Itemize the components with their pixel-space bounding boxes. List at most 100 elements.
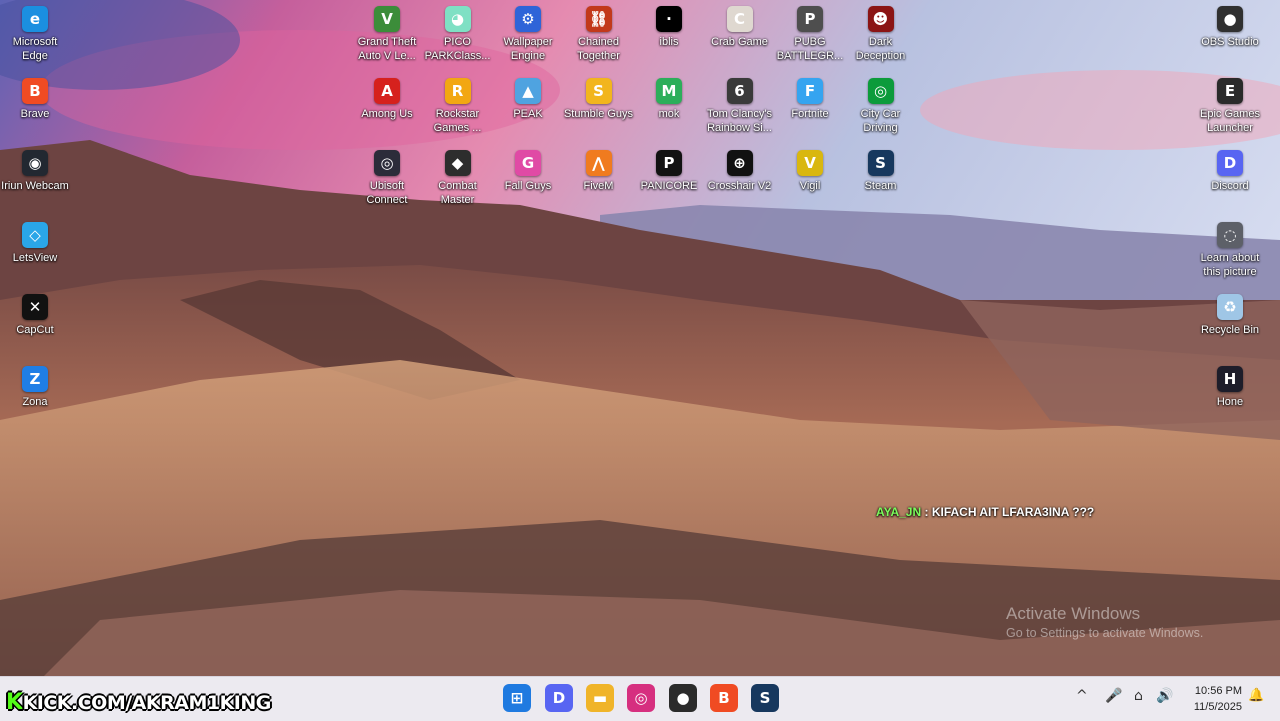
desktop-icon-crab-game[interactable]: C Crab Game	[704, 6, 776, 49]
desktop-icon-label: Zona	[22, 396, 48, 408]
desktop-icon-label: Among Us	[361, 108, 413, 120]
microphone-icon[interactable]: 🎤	[1105, 688, 1122, 704]
grand-theft-auto-v-le-icon: V	[374, 6, 400, 32]
capcut-icon: ✕	[22, 294, 48, 320]
desktop-icon-obs-studio[interactable]: ● OBS Studio	[1194, 6, 1266, 49]
desktop-icon-label: Iriun Webcam	[1, 180, 69, 192]
desktop-icon-peak[interactable]: ▲ PEAK	[492, 78, 564, 121]
desktop-icon-label: Dark Deception	[855, 36, 906, 62]
desktop-icon-label: PICO PARKClass...	[424, 36, 491, 62]
file-explorer-taskbar[interactable]: ▬	[586, 684, 614, 712]
start-button[interactable]: ⊞	[503, 684, 531, 712]
desktop-icon-among-us[interactable]: A Among Us	[351, 78, 423, 121]
desktop-icon-panicore[interactable]: P PANICORE	[633, 150, 705, 193]
among-us-icon: A	[374, 78, 400, 104]
show-hidden-icons-chevron-icon[interactable]: ^	[1076, 688, 1088, 704]
desktop-icon-city-car-driving[interactable]: ◎ City Car Driving	[845, 78, 917, 135]
desktop-icon-label: Chained Together	[577, 36, 620, 62]
desktop-icon-fall-guys[interactable]: G Fall Guys	[492, 150, 564, 193]
desktop-icon-tom-clancy-s-rainbow-si[interactable]: 6 Tom Clancy's Rainbow Si...	[704, 78, 776, 135]
desktop-icon-rockstar-games[interactable]: R Rockstar Games ...	[422, 78, 494, 135]
desktop-icon-pico-parkclass[interactable]: ◕ PICO PARKClass...	[422, 6, 494, 63]
chat-text: : KIFACH AIT LFARA3INA ???	[924, 505, 1095, 519]
desktop-icon-chained-together[interactable]: ⛓ Chained Together	[563, 6, 635, 63]
desktop-icon-label: PANICORE	[640, 180, 698, 192]
desktop-icon-label: Hone	[1216, 396, 1244, 408]
desktop-icon-zona[interactable]: Z Zona	[0, 366, 71, 409]
brave-taskbar[interactable]: B	[710, 684, 738, 712]
learn-about-this-picture-icon: ◌	[1217, 222, 1243, 248]
desktop-icon-recycle-bin[interactable]: ♻ Recycle Bin	[1194, 294, 1266, 337]
chat-message: AYA_JN : KIFACH AIT LFARA3INA ???	[876, 505, 1094, 519]
desktop-icon-capcut[interactable]: ✕ CapCut	[0, 294, 71, 337]
desktop-icon-fivem[interactable]: ⋀ FiveM	[563, 150, 635, 193]
epic-games-launcher-icon: E	[1217, 78, 1243, 104]
clock-time: 10:56 PM	[1194, 685, 1242, 697]
chained-together-icon: ⛓	[585, 6, 612, 32]
desktop-icon-label: mok	[658, 108, 680, 120]
desktop-icon-label: Steam	[864, 180, 897, 192]
desktop-icon-dark-deception[interactable]: ☻ Dark Deception	[845, 6, 917, 63]
instagram-taskbar[interactable]: ◎	[627, 684, 655, 712]
desktop-icon-label: OBS Studio	[1201, 36, 1259, 48]
desktop-icon-mok[interactable]: Mmok	[633, 78, 705, 121]
peak-icon: ▲	[515, 78, 541, 104]
desktop-icon-label: Brave	[20, 108, 50, 120]
desktop-icon-learn-about-this-picture[interactable]: ◌ Learn about this picture	[1194, 222, 1266, 279]
vigil-icon: V	[797, 150, 823, 176]
desktop-icon-pubg-battlegr[interactable]: P PUBG BATTLEGR...	[774, 6, 846, 63]
fall-guys-icon: G	[515, 150, 541, 176]
desktop-icon-crosshair-v2[interactable]: ⊕ Crosshair V2	[704, 150, 776, 193]
tom-clancy-s-rainbow-si-icon: 6	[726, 78, 753, 104]
desktop-icon-ubisoft-connect[interactable]: ◎ Ubisoft Connect	[351, 150, 423, 207]
desktop-icon-label: Vigil	[799, 180, 821, 192]
desktop-icon-label: Recycle Bin	[1200, 324, 1260, 336]
desktop-icon-label: Grand Theft Auto V Le...	[357, 36, 417, 62]
brave-icon: B	[718, 689, 730, 707]
volume-icon[interactable]: 🔊	[1156, 688, 1173, 704]
network-icon[interactable]: ⌂	[1134, 688, 1143, 704]
combat-master-icon: ◆	[444, 150, 471, 176]
desktop-icon-fortnite[interactable]: F Fortnite	[774, 78, 846, 121]
clock-date: 11/5/2025	[1193, 701, 1242, 713]
desktop-icon-brave[interactable]: B Brave	[0, 78, 71, 121]
discord-taskbar[interactable]: D	[545, 684, 573, 712]
desktop-icon-label: Crab Game	[711, 36, 768, 48]
clock[interactable]: 10:56 PM 11/5/2025	[1194, 683, 1242, 715]
file-explorer-icon: ▬	[592, 689, 608, 707]
desktop-icon-discord[interactable]: D Discord	[1194, 150, 1266, 193]
rockstar-games-icon: R	[444, 78, 471, 104]
desktop-icon-stumble-guys[interactable]: S Stumble Guys	[563, 78, 635, 121]
desktop-icon-label: iblis	[659, 36, 679, 48]
desktop-icon-microsoft-edge[interactable]: e Microsoft Edge	[0, 6, 71, 63]
desktop-icon-iriun-webcam[interactable]: ◉ Iriun Webcam	[0, 150, 71, 193]
desktop-icon-wallpaper-engine[interactable]: ⚙ Wallpaper Engine	[492, 6, 564, 63]
desktop-icon-label: PUBG BATTLEGR...	[776, 36, 844, 62]
activate-windows-watermark: Activate Windows Go to Settings to activ…	[1006, 604, 1203, 640]
desktop-icon-label: Fall Guys	[504, 180, 552, 192]
letsview-icon: ◇	[22, 222, 48, 248]
desktop-icon-epic-games-launcher[interactable]: E Epic Games Launcher	[1194, 78, 1266, 135]
steam-icon: S	[867, 150, 894, 176]
desktop-icon-hone[interactable]: H Hone	[1194, 366, 1266, 409]
dark-deception-icon: ☻	[867, 6, 894, 32]
steam-taskbar[interactable]: S	[751, 684, 779, 712]
iriun-webcam-icon: ◉	[22, 150, 48, 176]
desktop-icon-grand-theft-auto-v-le[interactable]: V Grand Theft Auto V Le...	[351, 6, 423, 63]
ubisoft-connect-icon: ◎	[374, 150, 400, 176]
obs-taskbar[interactable]: ●	[669, 684, 697, 712]
desktop-icon-steam[interactable]: S Steam	[845, 150, 917, 193]
desktop-icon-vigil[interactable]: V Vigil	[774, 150, 846, 193]
start-icon: ⊞	[510, 689, 524, 707]
discord-icon: D	[1217, 150, 1243, 176]
crab-game-icon: C	[726, 6, 753, 32]
desktop-icon-label: Stumble Guys	[563, 108, 634, 120]
desktop-icon-letsview[interactable]: ◇ LetsView	[0, 222, 71, 265]
desktop-icon-iblis[interactable]: · iblis	[633, 6, 705, 49]
desktop-icon-label: LetsView	[12, 252, 58, 264]
desktop-icon-label: Learn about this picture	[1200, 252, 1260, 278]
notification-bell-icon[interactable]: 🔔	[1248, 688, 1264, 703]
crosshair-v2-icon: ⊕	[726, 150, 753, 176]
desktop-icon-combat-master[interactable]: ◆ Combat Master	[422, 150, 494, 207]
desktop-icon-label: Microsoft Edge	[12, 36, 58, 62]
